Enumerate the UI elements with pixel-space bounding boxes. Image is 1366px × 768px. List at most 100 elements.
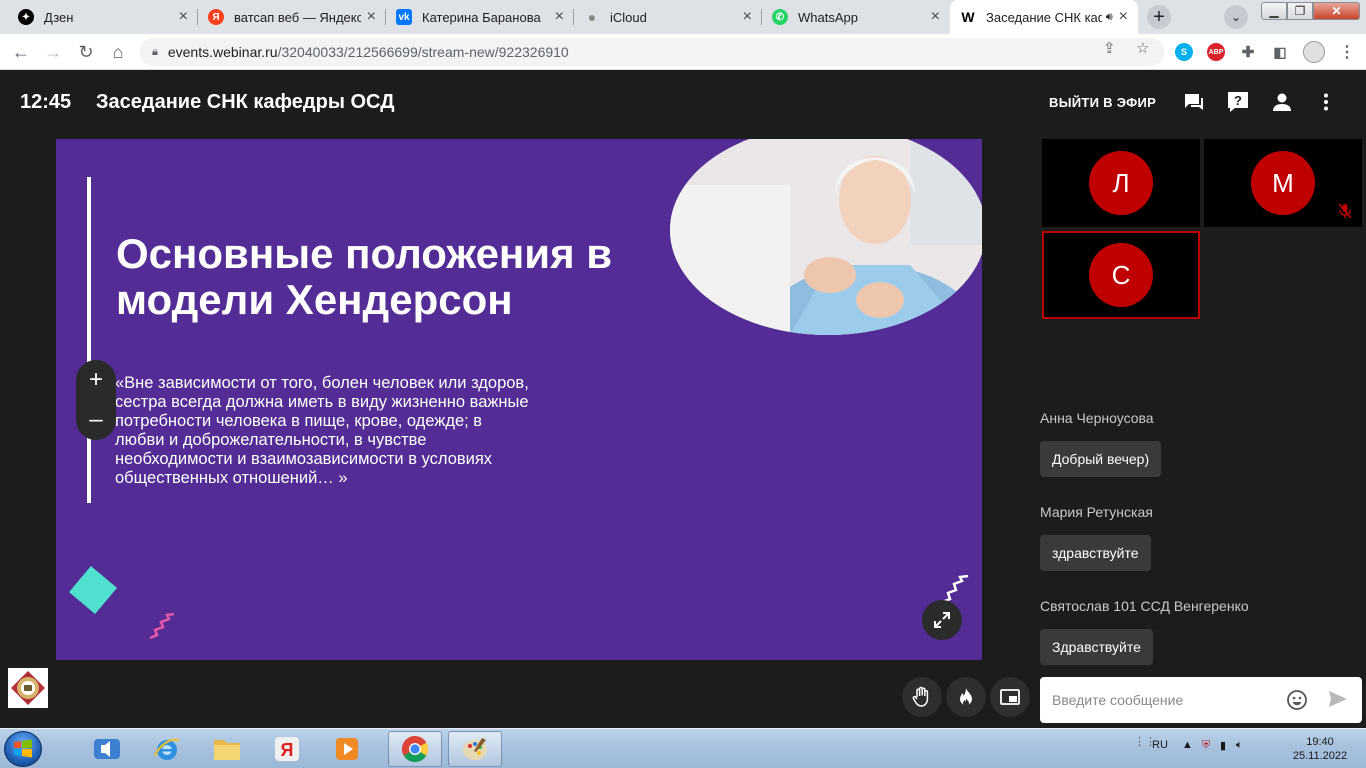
- url-host: events.webinar.ru: [167, 44, 278, 60]
- folder-icon: [214, 740, 240, 760]
- go-live-button[interactable]: ВЫЙТИ В ЭФИР: [1049, 95, 1156, 110]
- windows-logo-icon: [14, 739, 32, 758]
- send-icon[interactable]: [1328, 690, 1348, 708]
- participant-tile[interactable]: М: [1204, 139, 1362, 227]
- zen-icon: ✦: [18, 9, 34, 25]
- tab-label: WhatsApp: [798, 9, 858, 25]
- whatsapp-icon: ✆: [772, 9, 788, 25]
- chat-message-input[interactable]: [1052, 677, 1282, 723]
- question-icon[interactable]: ?: [1226, 90, 1250, 114]
- forward-arrow-icon[interactable]: →: [42, 41, 64, 63]
- zoom-out-button[interactable]: –: [76, 400, 116, 440]
- more-vertical-icon[interactable]: [1314, 90, 1338, 114]
- taskbar-file-explorer[interactable]: [200, 731, 254, 767]
- tab-whatsapp[interactable]: ✆ WhatsApp ×: [762, 0, 950, 34]
- decor-teal-diamond: [69, 566, 117, 614]
- fullscreen-button[interactable]: [922, 600, 962, 640]
- profile-avatar-icon[interactable]: [1303, 41, 1325, 63]
- tab-label: Заседание СНК каф: [986, 9, 1102, 25]
- tab-label: ватсап веб — Яндекс: н: [234, 9, 361, 25]
- close-icon[interactable]: ×: [555, 8, 564, 26]
- close-icon[interactable]: ×: [743, 8, 752, 26]
- windows-taskbar: Я ⋮⋮ RU ▲ ⛨ ▮ 🔈︎ 19:40 25.11.2022: [0, 728, 1366, 768]
- chat-author: Мария Ретунская: [1040, 504, 1153, 520]
- picture-in-picture-button[interactable]: [990, 677, 1030, 717]
- reload-icon[interactable]: ↻: [75, 41, 97, 63]
- taskbar-time: 19:40: [1306, 736, 1334, 748]
- expand-icon: [934, 612, 950, 628]
- taskbar-video-player[interactable]: [320, 731, 374, 767]
- reaction-button[interactable]: [946, 677, 986, 717]
- taskbar-media-player[interactable]: [80, 731, 134, 767]
- skype-icon[interactable]: S: [1175, 43, 1193, 61]
- mic-muted-icon: [1338, 203, 1352, 219]
- flame-icon: [960, 688, 972, 706]
- tab-webinar-active[interactable]: W Заседание СНК каф 🔊︎ ×: [950, 0, 1138, 34]
- event-clock: 12:45: [20, 91, 72, 113]
- share-icon[interactable]: ⇪: [1103, 39, 1116, 57]
- tab-dzen[interactable]: ✦ Дзен ×: [8, 0, 198, 34]
- close-window-button[interactable]: ✕: [1313, 2, 1360, 20]
- close-icon[interactable]: ×: [367, 8, 376, 26]
- webinar-icon: W: [961, 9, 975, 25]
- taskbar-date: 25.11.2022: [1292, 750, 1348, 762]
- tray-expand-icon[interactable]: ▲: [1182, 739, 1193, 751]
- back-arrow-icon[interactable]: ←: [10, 41, 32, 63]
- chat-message: здравствуйте: [1040, 535, 1151, 571]
- taskbar-chrome[interactable]: [388, 731, 442, 767]
- close-icon[interactable]: ×: [1119, 8, 1128, 26]
- tab-label: Дзен: [44, 9, 74, 25]
- tab-vk[interactable]: vk Катерина Баранова ×: [386, 0, 574, 34]
- taskbar-paint[interactable]: [448, 731, 502, 767]
- chat-message: Добрый вечер): [1040, 441, 1162, 477]
- sidepanel-icon[interactable]: ◧: [1271, 43, 1289, 61]
- video-player-icon: [336, 738, 358, 760]
- avatar: С: [1089, 243, 1153, 307]
- participant-tile[interactable]: Л: [1042, 139, 1200, 227]
- tab-label: iCloud: [610, 9, 647, 25]
- hand-icon: [912, 686, 929, 707]
- tray-volume-icon[interactable]: 🔈︎: [1236, 739, 1243, 752]
- adblock-icon[interactable]: ABP: [1207, 43, 1225, 61]
- tab-yandex-search[interactable]: Я ватсап веб — Яндекс: н ×: [198, 0, 386, 34]
- extensions-puzzle-icon[interactable]: ✚: [1239, 43, 1257, 61]
- internet-explorer-icon: [154, 738, 180, 760]
- tab-search-chevron-icon[interactable]: ⌄: [1224, 5, 1248, 29]
- webinar-header: 12:45 Заседание СНК кафедры ОСД ВЫЙТИ В …: [0, 70, 1366, 134]
- browser-menu-icon[interactable]: ⋮: [1338, 43, 1356, 61]
- paint-palette-icon: [463, 738, 487, 760]
- zoom-in-button[interactable]: +: [76, 360, 116, 400]
- tab-icloud[interactable]: ● iCloud ×: [574, 0, 762, 34]
- yandex-glyph: Я: [281, 740, 294, 760]
- organization-logo: [8, 668, 48, 708]
- start-button[interactable]: [4, 731, 42, 767]
- new-tab-button[interactable]: +: [1147, 5, 1171, 29]
- raise-hand-button[interactable]: [902, 677, 942, 717]
- slide-accent-line: [87, 177, 91, 503]
- chat-icon[interactable]: [1182, 90, 1206, 114]
- home-icon[interactable]: ⌂: [107, 41, 129, 63]
- yandex-browser-icon: Я: [275, 737, 299, 761]
- chat-author: Святослав 101 ССД Венгеренко: [1040, 598, 1249, 614]
- close-icon[interactable]: ×: [179, 8, 188, 26]
- taskbar-internet-explorer[interactable]: [140, 731, 194, 767]
- bookmark-star-icon[interactable]: ☆: [1136, 39, 1149, 57]
- tray-security-icon[interactable]: ⛨: [1202, 739, 1210, 752]
- chat-message-box: [1040, 677, 1362, 723]
- taskbar-yandex-browser[interactable]: Я: [260, 731, 314, 767]
- emoji-icon[interactable]: [1286, 689, 1308, 711]
- user-icon[interactable]: [1270, 90, 1294, 114]
- participant-tile-speaking[interactable]: С: [1042, 231, 1200, 319]
- language-indicator[interactable]: RU: [1152, 739, 1168, 751]
- avatar: Л: [1089, 151, 1153, 215]
- presentation-slide: Основные положения в модели Хендерсон «В…: [56, 139, 982, 660]
- tray-network-icon[interactable]: ▮: [1220, 739, 1226, 752]
- close-icon[interactable]: ×: [931, 8, 940, 26]
- adblock-badge-text: ABP: [1208, 48, 1224, 56]
- chrome-icon: [401, 735, 429, 763]
- taskbar-clock[interactable]: 19:40 25.11.2022: [1282, 735, 1358, 763]
- maximize-button[interactable]: ❐: [1287, 2, 1313, 20]
- minimize-button[interactable]: ▁: [1261, 2, 1287, 20]
- speaker-icon[interactable]: 🔊︎: [1106, 11, 1113, 24]
- address-bar[interactable]: 🔒︎ events.webinar.ru/32040033/212566699/…: [140, 38, 1164, 66]
